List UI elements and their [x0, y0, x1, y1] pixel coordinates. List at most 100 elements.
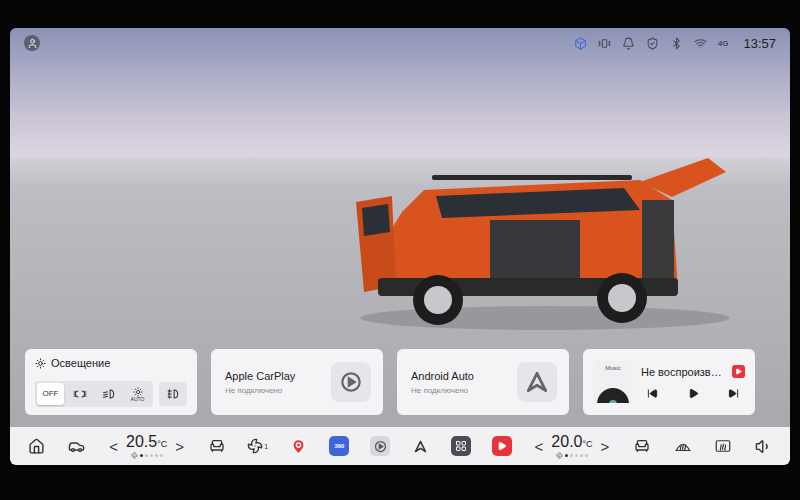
low-beam-icon	[102, 388, 116, 400]
carplay-icon	[373, 439, 388, 454]
car-icon	[68, 438, 85, 455]
user-icon	[27, 38, 38, 49]
projection-logo	[331, 362, 371, 402]
navigation-button[interactable]	[289, 438, 309, 455]
rear-defrost-icon	[714, 438, 732, 454]
vinyl-icon	[596, 387, 630, 403]
play-logo-icon	[735, 368, 742, 375]
vehicle-stage	[10, 58, 790, 349]
projection-status: Не подключено	[411, 386, 474, 395]
apps-button[interactable]	[451, 436, 471, 456]
temp-down-button[interactable]: <	[533, 438, 546, 455]
home-button[interactable]	[26, 438, 46, 455]
carplay-card[interactable]: Apple CarPlay Не подключено	[211, 349, 383, 415]
volume-button[interactable]	[754, 438, 774, 455]
passenger-seat-heat-button[interactable]	[632, 438, 652, 454]
parking-lights-icon	[73, 388, 87, 400]
seat-icon	[634, 438, 650, 454]
camera-360-tile: 360	[329, 436, 349, 456]
front-defrost-button[interactable]	[673, 438, 693, 454]
lighting-title: Освещение	[35, 357, 187, 369]
track-title: Не воспроизв…	[641, 366, 722, 378]
temp-down-button[interactable]: <	[107, 438, 120, 455]
fan-level-dot	[585, 454, 588, 457]
profile-button[interactable]	[24, 35, 40, 51]
carplay-icon	[338, 369, 364, 395]
dock-bar: <20.5°C>1360<20.0°C>	[10, 427, 790, 465]
play-icon[interactable]	[688, 388, 699, 399]
fan-level-dot	[570, 454, 573, 457]
infotainment-screen: 4G13:57 Освещение OFF AUTO Apple CarPlay Не п…	[10, 28, 790, 465]
android-auto-icon	[413, 439, 428, 454]
fan-icon	[131, 452, 138, 459]
network-indicator: 4G	[718, 39, 729, 48]
temp-up-button[interactable]: >	[173, 438, 186, 455]
fog-light-button[interactable]	[159, 382, 187, 406]
media-body: Не воспроизв…	[641, 365, 745, 399]
lighting-card: Освещение OFF AUTO	[25, 349, 197, 415]
lighting-mode-group: OFF AUTO	[35, 381, 153, 407]
video-tile	[492, 436, 512, 456]
status-bar: 4G13:57	[10, 28, 790, 58]
android-auto-button[interactable]	[411, 439, 431, 454]
shield-icon	[646, 37, 659, 50]
projection-text: Apple CarPlay Не подключено	[225, 370, 295, 395]
media-controls	[641, 388, 745, 399]
projection-status: Не подключено	[225, 386, 295, 395]
media-card: Music Не воспроизв…	[583, 349, 755, 415]
previous-track-icon[interactable]	[647, 388, 658, 399]
temperature-display: 20.5°C	[126, 433, 167, 459]
fan-level-dot	[580, 454, 583, 457]
carplay-button[interactable]	[370, 436, 390, 456]
fan-level-dot	[140, 454, 143, 457]
lighting-mode-button[interactable]	[95, 383, 122, 405]
fan-speed-value: 1	[264, 443, 268, 450]
seat-heat-button[interactable]	[207, 438, 227, 454]
video-button[interactable]	[492, 436, 512, 456]
media-app-icon	[732, 365, 745, 378]
lighting-mode-button[interactable]: OFF	[37, 383, 64, 405]
album-cover: Music	[593, 361, 633, 403]
temperature-unit: °C	[582, 439, 592, 449]
rear-defrost-button[interactable]	[713, 438, 733, 454]
next-track-icon[interactable]	[728, 388, 739, 399]
fan-level-dot	[145, 454, 148, 457]
vehicle-button[interactable]	[67, 438, 87, 455]
fan-level-dot	[150, 454, 153, 457]
home-scene: 4G13:57 Освещение OFF AUTO Apple CarPlay Не п…	[10, 28, 790, 427]
temp-up-button[interactable]: >	[599, 438, 612, 455]
lighting-mode-button[interactable]	[66, 383, 93, 405]
temperature-display: 20.0°C	[551, 433, 592, 459]
camera-360-button[interactable]: 360	[329, 436, 349, 456]
vehicle-illustration	[340, 150, 730, 335]
fan-icon	[556, 452, 563, 459]
phone-icon	[598, 37, 611, 50]
grid-icon	[455, 440, 467, 452]
widget-row: Освещение OFF AUTO Apple CarPlay Не подключе…	[10, 349, 790, 427]
fan-level	[556, 452, 588, 459]
fan-speed-button[interactable]: 1	[247, 438, 268, 454]
fan-level-dot	[575, 454, 578, 457]
lighting-mode-button[interactable]: AUTO	[124, 383, 151, 405]
temperature-value: 20.0	[551, 433, 582, 450]
fog-light-icon	[166, 388, 180, 400]
video-play-icon	[497, 441, 507, 451]
map-pin-icon	[290, 438, 307, 455]
wifi-icon	[694, 37, 707, 50]
cube-icon	[574, 37, 587, 50]
display-bezel: 4G13:57 Освещение OFF AUTO Apple CarPlay Не п…	[0, 0, 800, 500]
apps-tile	[451, 436, 471, 456]
android-card[interactable]: Android AutoНе подключено	[397, 349, 569, 415]
lighting-controls: OFF AUTO	[35, 381, 187, 407]
fan-level-dot	[155, 454, 158, 457]
carplay-tile	[370, 436, 390, 456]
fan-level	[131, 452, 163, 459]
temperature-unit: °C	[157, 439, 167, 449]
status-icons: 4G13:57	[574, 36, 776, 51]
front-defrost-icon	[674, 438, 692, 454]
auto-light-icon	[133, 387, 143, 397]
projection-logo	[517, 362, 557, 402]
projection-title: Apple CarPlay	[225, 370, 295, 382]
media-header: Не воспроизв…	[641, 365, 745, 378]
bell-icon	[622, 37, 635, 50]
